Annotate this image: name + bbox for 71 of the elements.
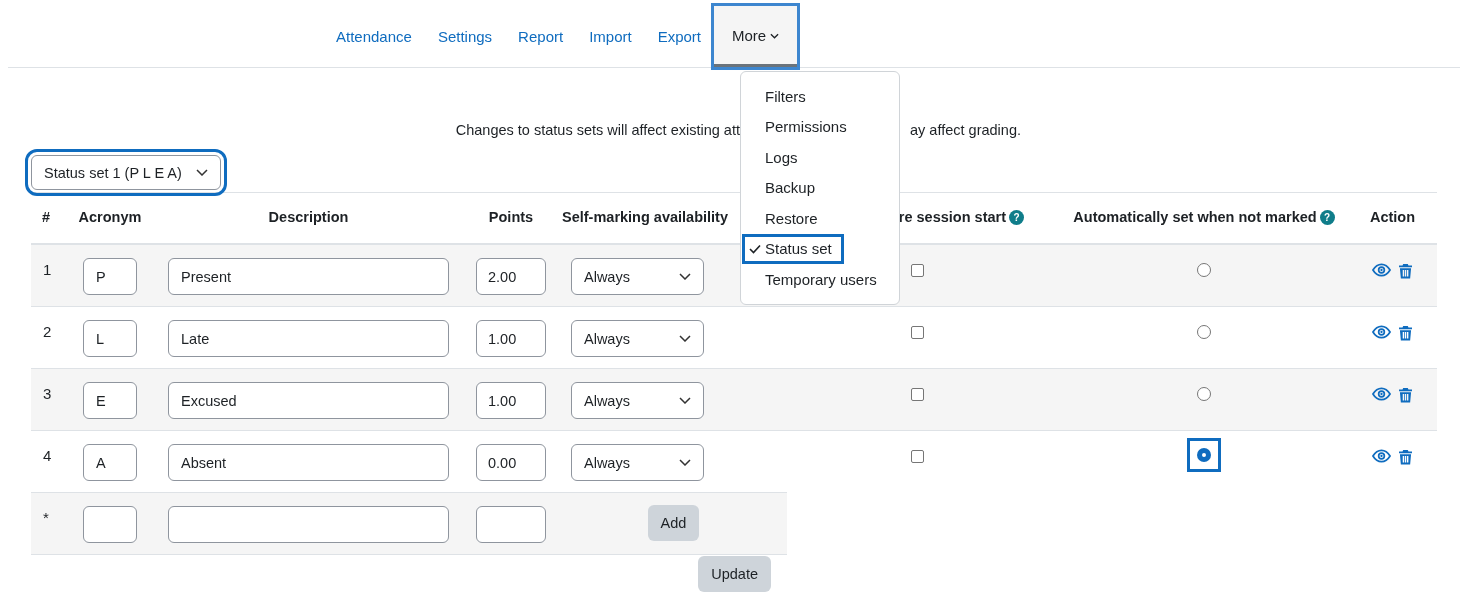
menu-item[interactable]: Filters — [741, 81, 899, 112]
column-header: Self-marking availability — [562, 209, 728, 225]
caret-icon — [770, 33, 780, 39]
nav-tab[interactable]: Import — [576, 6, 645, 67]
help-icon[interactable]: ? — [1319, 209, 1335, 225]
description-field[interactable]: Present — [168, 258, 449, 295]
eye-icon[interactable] — [1372, 263, 1391, 277]
caret-icon — [195, 169, 208, 176]
points-field[interactable] — [476, 506, 546, 543]
description-field[interactable]: Late — [168, 320, 449, 357]
menu-item[interactable]: Restore — [741, 203, 899, 234]
update-button[interactable]: Update — [698, 556, 771, 592]
nav-tab[interactable]: Export — [644, 6, 714, 67]
points-field[interactable]: 1.00 — [476, 320, 546, 357]
points-field[interactable]: 0.00 — [476, 444, 546, 481]
radio-button[interactable] — [1187, 438, 1221, 472]
availability-select[interactable]: Always — [571, 382, 704, 419]
menu-item[interactable]: Permissions — [741, 111, 899, 142]
check-icon — [749, 243, 761, 254]
row-number: 3 — [43, 385, 52, 402]
eye-icon[interactable] — [1372, 449, 1391, 463]
menu-item[interactable]: Logs — [741, 142, 899, 173]
trash-icon[interactable] — [1399, 449, 1412, 465]
availability-select[interactable]: Always — [571, 320, 704, 357]
caret-icon — [679, 273, 691, 280]
checkbox[interactable] — [910, 326, 924, 339]
caret-icon — [679, 459, 691, 466]
nav-tab[interactable]: Report — [505, 6, 577, 67]
points-field[interactable]: 2.00 — [476, 258, 546, 295]
column-header: Description — [268, 209, 349, 225]
nav-tab[interactable]: Settings — [424, 6, 506, 67]
description-field[interactable]: Excused — [168, 382, 449, 419]
acronym-field[interactable]: P — [83, 258, 137, 295]
more-tab[interactable]: More — [714, 6, 798, 67]
acronym-field[interactable]: A — [83, 444, 137, 481]
help-icon[interactable]: ? — [1009, 209, 1024, 225]
add-button[interactable]: Add — [647, 505, 700, 541]
new-row-marker: * — [43, 509, 49, 526]
trash-icon[interactable] — [1399, 387, 1412, 403]
menu-item[interactable]: Temporary users — [741, 264, 899, 295]
checkbox[interactable] — [910, 450, 924, 463]
row-number: 1 — [43, 261, 52, 278]
row-number: 4 — [43, 447, 52, 464]
notice-text: ay affect grading. — [910, 122, 1021, 138]
acronym-field[interactable]: L — [83, 320, 137, 357]
checkbox[interactable] — [910, 388, 924, 401]
notice-text: Changes to status sets will affect existing att — [454, 122, 740, 138]
eye-icon[interactable] — [1372, 387, 1391, 401]
column-header: Action — [1369, 209, 1416, 225]
description-field[interactable] — [168, 506, 449, 543]
description-field[interactable]: Absent — [168, 444, 449, 481]
menu-item[interactable]: Backup — [741, 172, 899, 203]
checkbox[interactable] — [910, 264, 924, 277]
column-header: re session start — [898, 209, 1006, 225]
column-header: Acronym — [78, 209, 142, 225]
eye-icon[interactable] — [1372, 325, 1391, 339]
availability-select[interactable]: Always — [571, 444, 704, 481]
row-number: 2 — [43, 323, 52, 340]
caret-icon — [679, 335, 691, 342]
caret-icon — [679, 397, 691, 404]
acronym-field[interactable] — [83, 506, 137, 543]
trash-icon[interactable] — [1399, 263, 1412, 279]
nav-tab[interactable]: Attendance — [323, 6, 425, 67]
column-header: # — [42, 209, 51, 225]
points-field[interactable]: 1.00 — [476, 382, 546, 419]
trash-icon[interactable] — [1399, 325, 1412, 341]
column-header: Automatically set when not marked — [1073, 209, 1317, 225]
menu-item[interactable]: Status set — [742, 233, 844, 264]
acronym-field[interactable]: E — [83, 382, 137, 419]
availability-select[interactable]: Always — [571, 258, 704, 295]
column-header: Points — [488, 209, 534, 225]
